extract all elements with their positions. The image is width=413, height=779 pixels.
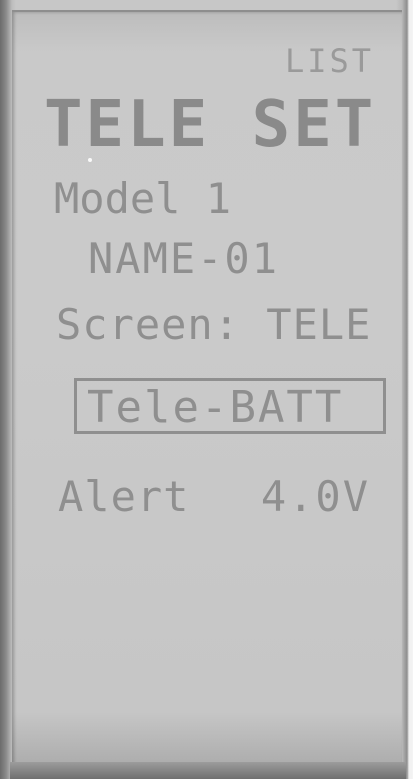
page-title: TELE SET [44, 88, 377, 162]
alert-label: Alert [58, 472, 190, 521]
alert-voltage-value[interactable]: 4.0V [261, 472, 370, 521]
list-button[interactable]: LIST [285, 42, 374, 80]
sensor-select-box[interactable]: Tele-BATT [74, 378, 386, 434]
bezel-bottom [10, 762, 406, 779]
device-frame: LIST TELE SET Model 1 NAME-01 Screen: TE… [0, 0, 413, 779]
lcd-screen: LIST TELE SET Model 1 NAME-01 Screen: TE… [12, 10, 402, 772]
model-label: Model 1 [54, 174, 232, 223]
screen-setting[interactable]: Screen: TELE [56, 300, 371, 349]
screen-glint [88, 158, 92, 162]
model-name: NAME-01 [88, 234, 280, 283]
sensor-select-value: Tele-BATT [87, 382, 344, 433]
